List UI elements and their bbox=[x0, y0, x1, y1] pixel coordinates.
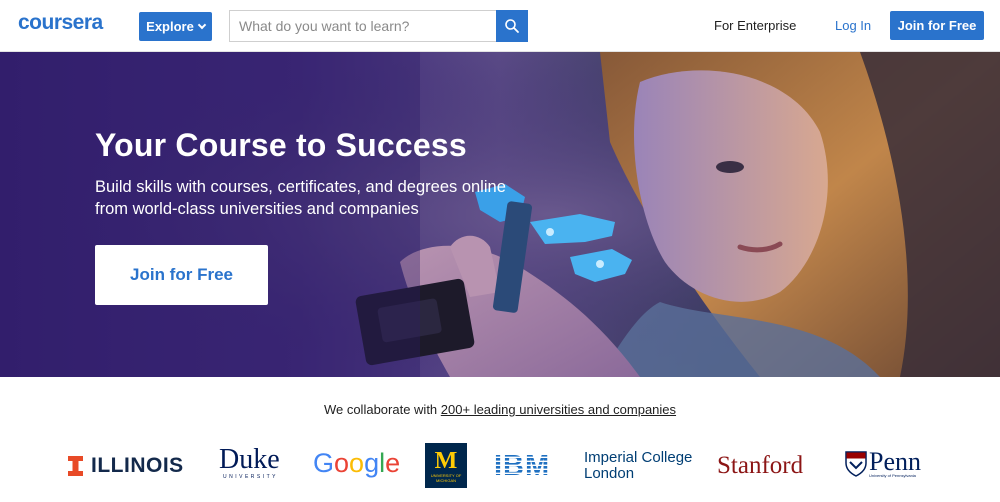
hero-subtitle: Build skills with courses, certificates,… bbox=[95, 178, 506, 218]
duke-subtext: UNIVERSITY bbox=[223, 474, 279, 480]
google-wordmark: Google bbox=[313, 448, 400, 478]
google-logo[interactable]: Google bbox=[313, 448, 401, 480]
search-input[interactable] bbox=[229, 10, 496, 42]
imperial-line2: London bbox=[584, 465, 635, 482]
penn-shield-icon bbox=[845, 450, 867, 477]
penn-subtext: University of Pennsylvania bbox=[869, 473, 916, 478]
imperial-college-logo[interactable]: Imperial College London bbox=[584, 450, 692, 482]
svg-text:IBM: IBM bbox=[494, 450, 550, 482]
for-enterprise-link[interactable]: For Enterprise bbox=[714, 18, 796, 33]
stanford-logo[interactable]: Stanford bbox=[717, 452, 803, 480]
duke-logo[interactable]: Duke UNIVERSITY bbox=[219, 444, 280, 481]
hero-title: Your Course to Success bbox=[95, 127, 467, 163]
svg-text:Google: Google bbox=[313, 448, 400, 478]
top-nav-bar: coursera Explore For Enterprise Log In J… bbox=[0, 0, 1000, 52]
partner-logos-row: ILLINOIS Duke UNIVERSITY Google M UNIVER… bbox=[0, 440, 1000, 492]
ibm-logo[interactable]: IBM bbox=[494, 450, 564, 487]
hero-banner: Your Course to Success Build skills with… bbox=[0, 52, 1000, 377]
penn-text-group: Penn University of Pennsylvania bbox=[869, 447, 921, 479]
coursera-logo[interactable]: coursera bbox=[18, 11, 103, 35]
partners-link[interactable]: 200+ leading universities and companies bbox=[441, 402, 676, 417]
illinois-logo[interactable]: ILLINOIS bbox=[68, 454, 184, 478]
chevron-down-icon bbox=[197, 20, 207, 30]
imperial-line1: Imperial College bbox=[584, 449, 693, 466]
login-link[interactable]: Log In bbox=[835, 18, 871, 33]
search-button[interactable] bbox=[496, 10, 528, 42]
join-for-free-header-button[interactable]: Join for Free bbox=[890, 11, 984, 40]
illinois-block-i-icon bbox=[68, 456, 83, 476]
penn-wordmark: Penn bbox=[869, 447, 921, 476]
collaboration-statement: We collaborate with 200+ leading univers… bbox=[0, 402, 1000, 417]
michigan-block-m: M bbox=[434, 447, 458, 474]
penn-logo[interactable]: Penn University of Pennsylvania bbox=[845, 449, 921, 478]
illinois-wordmark: ILLINOIS bbox=[91, 454, 184, 477]
search-icon bbox=[505, 19, 519, 33]
explore-button[interactable]: Explore bbox=[139, 12, 212, 41]
michigan-logo[interactable]: M UNIVERSITY OF MICHIGAN bbox=[425, 443, 467, 488]
duke-wordmark: Duke bbox=[219, 444, 280, 475]
ibm-wordmark: IBM bbox=[494, 450, 550, 482]
collaboration-intro: We collaborate with bbox=[323, 402, 438, 417]
explore-label: Explore bbox=[146, 19, 194, 34]
michigan-subtext: UNIVERSITY OF MICHIGAN bbox=[430, 472, 462, 483]
join-for-free-hero-button[interactable]: Join for Free bbox=[95, 245, 268, 305]
